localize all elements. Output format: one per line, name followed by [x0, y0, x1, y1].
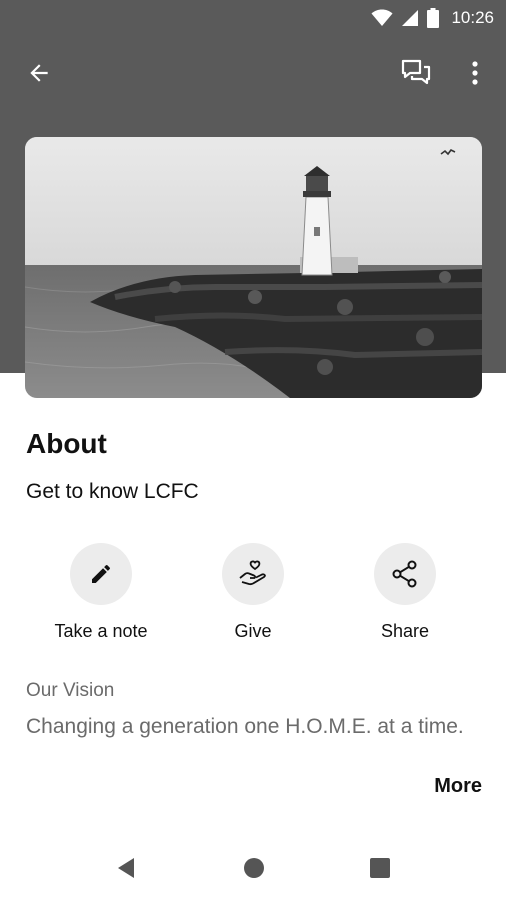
- chat-icon: [401, 59, 431, 85]
- app-bar: [0, 46, 506, 102]
- back-button[interactable]: [19, 53, 59, 93]
- battery-icon: [427, 8, 440, 28]
- status-icons: 10:26: [371, 6, 494, 30]
- nav-back-button[interactable]: [109, 851, 143, 885]
- give-button[interactable]: Give: [183, 543, 323, 642]
- share-label: Share: [380, 621, 430, 641]
- nav-home-icon: [244, 858, 264, 878]
- navigation-bar: [0, 835, 506, 900]
- back-arrow-icon: [30, 64, 48, 82]
- nav-recents-button[interactable]: [363, 851, 397, 885]
- give-circle: [222, 543, 284, 605]
- more-button[interactable]: More: [434, 775, 482, 798]
- chat-button[interactable]: [396, 53, 436, 93]
- about-subtitle: Get to know LCFC: [26, 480, 199, 503]
- take-note-circle: [70, 543, 132, 605]
- share-icon: [392, 560, 417, 588]
- pencil-icon: [92, 564, 111, 583]
- lighthouse-image: [25, 137, 482, 398]
- take-note-label: Take a note: [54, 621, 148, 641]
- nav-recents-icon: [370, 858, 390, 878]
- vision-text: Changing a generation one H.O.M.E. at a …: [26, 715, 464, 738]
- more-vert-icon: [472, 61, 478, 85]
- nav-home-button[interactable]: [237, 851, 271, 885]
- hero-image: [25, 137, 482, 398]
- about-title: About: [26, 428, 107, 459]
- status-time: 10:26: [451, 8, 494, 27]
- vision-title: Our Vision: [26, 680, 115, 701]
- take-note-button[interactable]: Take a note: [31, 543, 171, 642]
- cell-signal-icon: [402, 10, 419, 26]
- nav-back-icon: [118, 858, 134, 878]
- share-circle: [374, 543, 436, 605]
- more-options-button[interactable]: [455, 53, 495, 93]
- wifi-icon: [371, 9, 393, 26]
- status-bar: 10:26: [0, 0, 506, 36]
- give-label: Give: [234, 621, 272, 641]
- share-button[interactable]: Share: [335, 543, 475, 642]
- heart-hand-icon: [239, 560, 266, 586]
